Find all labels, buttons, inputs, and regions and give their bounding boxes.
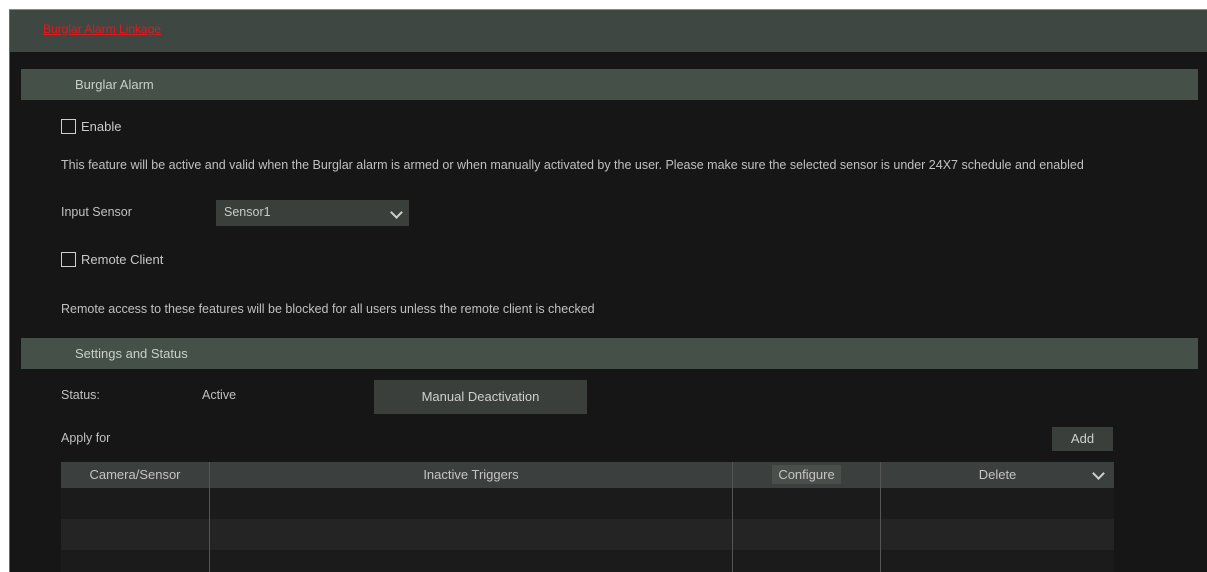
enable-label: Enable (81, 118, 122, 134)
add-button[interactable]: Add (1052, 427, 1113, 451)
chevron-down-icon[interactable] (1092, 467, 1105, 480)
column-header-configure: Configure (733, 462, 880, 488)
table-header: Camera/Sensor Inactive Triggers Configur… (61, 462, 1114, 488)
remote-client-checkbox-row[interactable]: Remote Client (61, 249, 163, 269)
enable-checkbox[interactable] (61, 118, 76, 134)
section-header-burglar-alarm: Burglar Alarm (21, 69, 1198, 100)
table-row (61, 550, 1114, 572)
apply-for-table: Camera/Sensor Inactive Triggers Configur… (61, 462, 1114, 572)
status-value: Active (202, 388, 237, 402)
chevron-down-icon (390, 206, 403, 219)
column-header-delete[interactable]: Delete (881, 462, 1114, 488)
manual-deactivation-button[interactable]: Manual Deactivation (374, 380, 587, 414)
input-sensor-label: Input Sensor (61, 205, 132, 219)
column-divider (732, 462, 733, 572)
column-divider (880, 462, 881, 572)
apply-for-label: Apply for (61, 431, 111, 445)
feature-description: This feature will be active and valid wh… (61, 158, 1084, 172)
input-sensor-select[interactable]: Sensor1 (216, 200, 409, 226)
section-header-settings-status: Settings and Status (21, 338, 1198, 369)
table-row (61, 519, 1114, 550)
top-tab-bar: Burglar Alarm Linkage (10, 10, 1207, 52)
column-header-inactive-triggers: Inactive Triggers (423, 467, 519, 482)
burglar-alarm-linkage-window: Burglar Alarm Linkage Burglar Alarm Enab… (9, 9, 1207, 572)
column-header-camera-sensor: Camera/Sensor (89, 467, 181, 482)
configure-header-label: Configure (772, 465, 841, 484)
status-label: Status: (61, 388, 100, 402)
delete-header-label: Delete (978, 467, 1017, 482)
tab-burglar-alarm-linkage[interactable]: Burglar Alarm Linkage (43, 22, 161, 36)
column-divider (209, 462, 210, 572)
input-sensor-value: Sensor1 (224, 205, 271, 219)
table-row (61, 488, 1114, 519)
remote-client-checkbox[interactable] (61, 251, 76, 267)
remote-access-note: Remote access to these features will be … (61, 302, 595, 316)
enable-checkbox-row[interactable]: Enable (61, 116, 121, 136)
remote-client-label: Remote Client (81, 251, 164, 267)
